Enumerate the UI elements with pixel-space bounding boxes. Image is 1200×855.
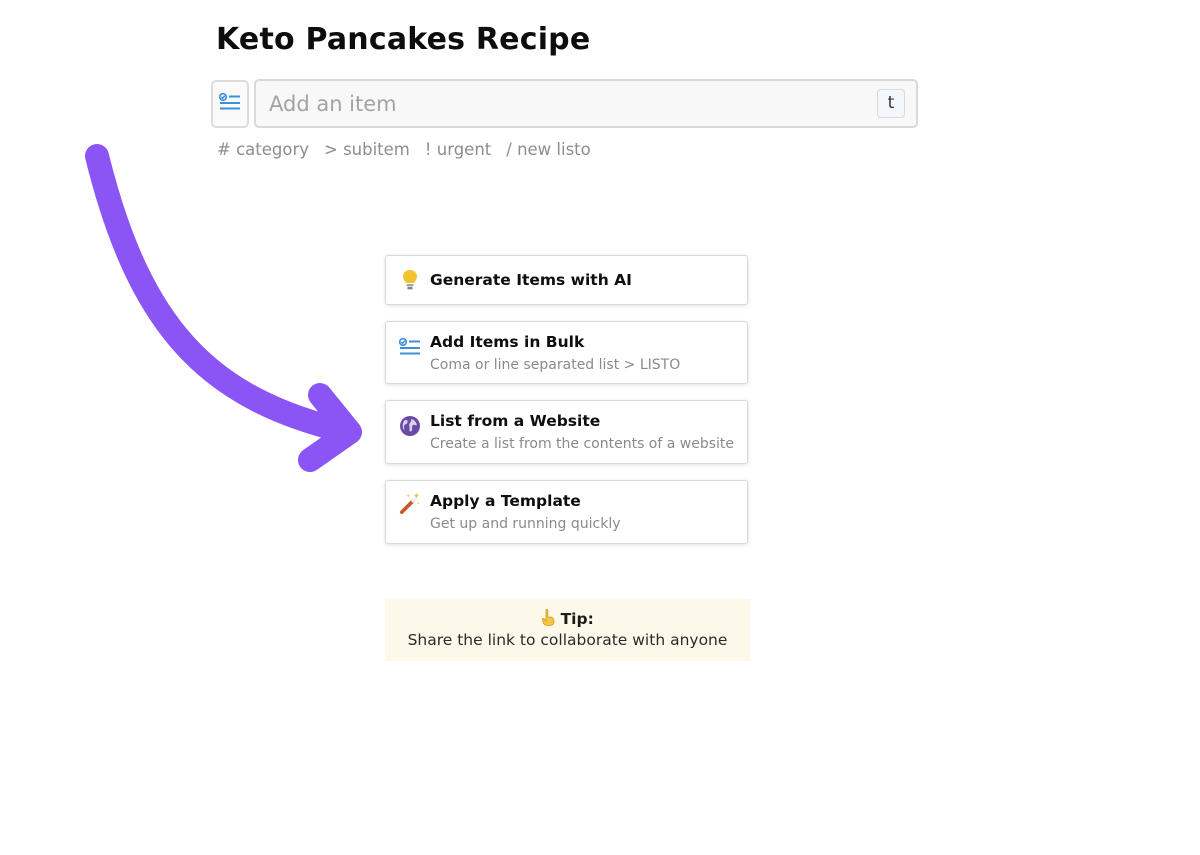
shortcut-key-badge: t (877, 89, 905, 118)
card-title: Add Items in Bulk (430, 333, 585, 351)
curved-arrow-icon (85, 144, 362, 472)
hint-urgent: ! urgent (424, 140, 492, 159)
card-subtitle: Coma or line separated list > LISTO (430, 357, 681, 373)
tip-text: Share the link to collaborate with anyon… (407, 631, 728, 649)
tip-heading: Tip: (560, 610, 594, 628)
card-title: List from a Website (430, 412, 601, 430)
pointing-up-icon (541, 609, 560, 628)
apply-template-button[interactable]: Apply a Template Get up and running quic… (385, 480, 748, 544)
card-title: Apply a Template (430, 492, 581, 510)
card-subtitle: Get up and running quickly (430, 516, 621, 532)
card-title: Generate Items with AI (430, 271, 632, 289)
magic-wand-icon (399, 492, 421, 514)
tip-heading-row: Tip: (385, 609, 750, 628)
add-items-bulk-button[interactable]: Add Items in Bulk Coma or line separated… (385, 321, 748, 384)
generate-items-ai-button[interactable]: Generate Items with AI (385, 255, 748, 305)
tip-box: Tip: Share the link to collaborate with … (385, 599, 750, 661)
hint-new-listo: / new listo (506, 140, 591, 159)
lightbulb-icon (399, 269, 421, 291)
list-from-website-button[interactable]: List from a Website Create a list from t… (385, 400, 748, 464)
checklist-icon (399, 336, 421, 358)
card-subtitle: Create a list from the contents of a web… (430, 436, 735, 452)
globe-icon (399, 415, 421, 437)
